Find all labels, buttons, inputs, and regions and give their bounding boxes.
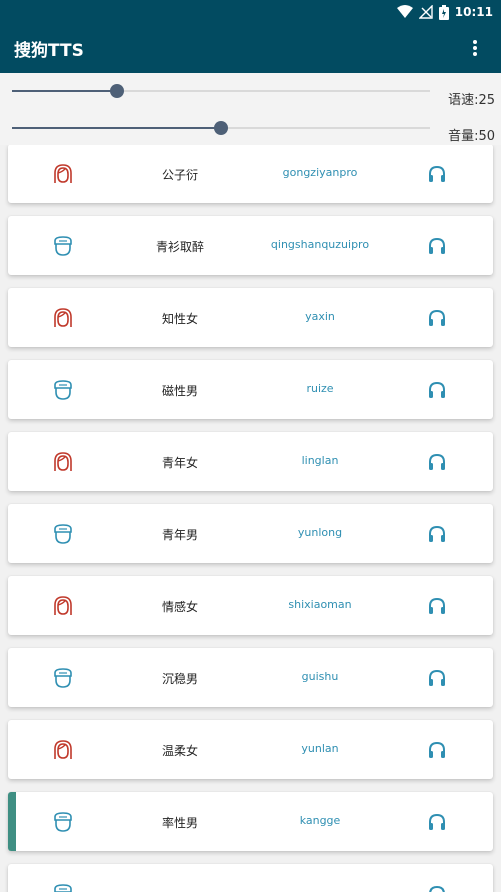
headphones-icon[interactable] [427,524,447,544]
app-title: 搜狗TTS [14,41,84,61]
voice-name: 情感女 [161,600,198,614]
voice-card[interactable]: 率性男 kangge [8,792,493,851]
voice-code: yunlong [297,526,343,539]
male-avatar-icon [52,235,74,257]
status-time: 10:11 [454,5,493,19]
no-signal-icon [418,5,433,19]
male-avatar-icon [52,883,74,892]
volume-label: 音量:50 [448,129,495,144]
voice-card[interactable]: 青衫取醉 qingshanquzuipro [8,216,493,275]
headphones-icon[interactable] [427,668,447,688]
voice-code: qingshanquzuipro [270,238,370,251]
volume-slider-thumb[interactable] [214,121,228,135]
speed-slider-thumb[interactable] [110,84,124,98]
female-avatar-icon [52,163,74,185]
headphones-icon[interactable] [427,452,447,472]
male-avatar-icon [52,667,74,689]
volume-slider-fill [12,127,221,129]
voice-name: 率性男 [161,816,198,830]
voice-name: 温柔女 [161,744,198,758]
female-avatar-icon [52,451,74,473]
voice-card[interactable]: 沉稳男 guishu [8,648,493,707]
voice-code: shixiaoman [288,598,352,611]
voice-card[interactable]: 情感女 shixiaoman [8,576,493,635]
voice-code: yaxin [305,310,335,323]
app-bar: 搜狗TTS [0,24,501,73]
voice-code: ruize [306,382,334,395]
voice-name: 磁性男 [161,384,198,398]
headphones-icon[interactable] [427,308,447,328]
voice-name: 知性女 [161,312,198,326]
voice-list: 公子衍 gongziyanpro 青衫取醉 qingshanquzuipro 知性女 ya… [0,145,501,892]
headphones-icon[interactable] [427,884,447,892]
voice-code: guishu [301,670,339,683]
voice-card[interactable]: 温柔女 yunlan [8,720,493,779]
female-avatar-icon [52,739,74,761]
voice-name: 青年男 [161,528,198,542]
voice-name: 青衫取醉 [155,240,204,254]
battery-icon [438,4,449,20]
female-avatar-icon [52,307,74,329]
headphones-icon[interactable] [427,164,447,184]
headphones-icon[interactable] [427,596,447,616]
wifi-icon [396,5,413,18]
headphones-icon[interactable] [427,812,447,832]
voice-card[interactable]: 知性女 yaxin [8,288,493,347]
more-vert-icon[interactable] [463,36,487,60]
voice-card[interactable] [8,864,493,892]
headphones-icon[interactable] [427,740,447,760]
speed-slider-fill [12,90,117,92]
voice-code: gongziyanpro [282,166,358,179]
male-avatar-icon [52,379,74,401]
voice-card[interactable]: 青年男 yunlong [8,504,493,563]
controls-panel: 语速:25 音量:50 [0,73,501,145]
voice-card[interactable]: 公子衍 gongziyanpro [8,145,493,203]
voice-name: 沉稳男 [161,672,198,686]
voice-code: kangge [299,814,341,827]
speed-label: 语速:25 [448,93,495,108]
voice-card[interactable]: 青年女 linglan [8,432,493,491]
voice-name: 青年女 [161,456,198,470]
voice-code: linglan [301,454,339,467]
voice-card[interactable]: 磁性男 ruize [8,360,493,419]
male-avatar-icon [52,811,74,833]
voice-name: 公子衍 [161,168,198,182]
voice-code: yunlan [301,742,339,755]
headphones-icon[interactable] [427,380,447,400]
status-bar: 10:11 [0,0,501,24]
female-avatar-icon [52,595,74,617]
headphones-icon[interactable] [427,236,447,256]
male-avatar-icon [52,523,74,545]
